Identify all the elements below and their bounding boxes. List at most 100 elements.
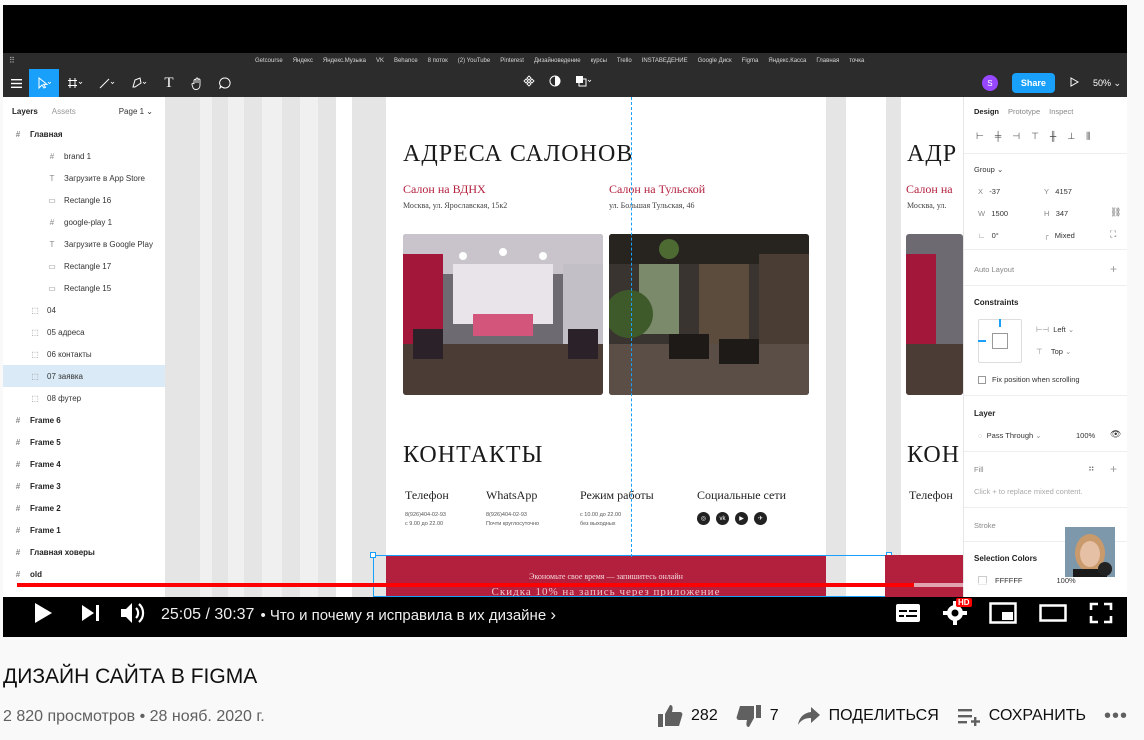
video-player[interactable]: ⠿ Getcourse Яндекс Яндекс.Музыка VK Behance 8… [3,5,1127,637]
instagram-icon[interactable]: ◎ [697,512,710,525]
tab-inspect[interactable]: Inspect [1049,107,1073,116]
comment-tool-icon[interactable] [211,69,239,97]
frame-tool-icon[interactable] [59,69,91,97]
layer-item[interactable]: ⬚ 08 футер [3,387,165,409]
layer-item[interactable]: # google-play 1 [3,211,165,233]
rotation-field[interactable]: ∟ 0° [978,231,999,240]
volume-icon[interactable] [119,601,147,630]
h-field[interactable]: H 347 [1044,209,1068,218]
contacts-title[interactable]: КОНТАКТЫ [403,442,543,469]
tab-layers[interactable]: Layers [12,107,38,123]
bookmark-item[interactable]: Getcourse [255,58,283,64]
layer-item[interactable]: # Frame 5 [3,431,165,453]
fix-position-checkbox[interactable]: Fix position when scrolling [978,375,1080,384]
layer-item[interactable]: ▭ Rectangle 16 [3,189,165,211]
group-label[interactable]: Group ⌄ [974,165,1003,174]
align-top-icon[interactable]: ⊤ [1031,131,1039,142]
layer-item[interactable]: # Frame 1 [3,519,165,541]
layer-item[interactable]: ⬚ 04 [3,299,165,321]
constraints-widget[interactable] [978,319,1022,363]
align-center-v-icon[interactable]: ╫ [1050,131,1056,142]
user-avatar[interactable]: S [981,75,998,91]
progress-bar[interactable] [17,583,1113,587]
vk-icon[interactable]: vk [716,512,729,525]
layer-item[interactable]: # Главная ховеры [3,541,165,563]
salon1-name[interactable]: Салон на ВДНХ [403,182,486,197]
w-field[interactable]: W 1500 [978,209,1008,218]
align-center-h-icon[interactable]: ╪ [995,131,1001,142]
layer-item[interactable]: T Загрузите в Google Play [3,233,165,255]
layer-opacity[interactable]: 100% [1076,431,1095,440]
bookmark-item[interactable]: Главная [816,58,839,64]
bookmark-item[interactable]: точка [849,58,864,64]
layer-item[interactable]: # brand 1 [3,145,165,167]
line-tool-icon[interactable] [91,69,123,97]
zoom-level[interactable]: 50% ⌄ [1093,78,1121,89]
salon1-photo[interactable] [403,234,603,395]
bookmark-item[interactable]: Дизайноведение [534,58,581,64]
layer-item[interactable]: # Главная [3,123,165,145]
salon2-name[interactable]: Салон на Тульской [609,182,705,197]
apps-grid-icon[interactable]: ⠿ [9,57,17,65]
fullscreen-icon[interactable] [1089,602,1113,629]
bookmark-item[interactable]: Trello [617,58,632,64]
add-fill-icon[interactable]: + [1110,462,1117,476]
align-right-icon[interactable]: ⊣ [1012,131,1020,142]
constraint-horizontal[interactable]: ⊢⊣ Left ⌄ [1036,325,1074,334]
bookmark-item[interactable]: Яндекс.Музыка [323,58,366,64]
layer-item[interactable]: # Frame 2 [3,497,165,519]
play-icon[interactable] [33,602,53,629]
telegram-icon[interactable]: ✈ [754,512,767,525]
chapter-title[interactable]: • Что и почему я исправила в их дизайне … [260,605,556,625]
theater-mode-icon[interactable] [1039,603,1067,627]
settings-gear-icon[interactable]: HD [943,597,972,630]
bookmark-item[interactable]: Figma [742,58,759,64]
hours-heading[interactable]: Режим работы [580,488,654,503]
dislike-button[interactable]: 7 [736,704,779,728]
whatsapp-heading[interactable]: WhatsApp [486,488,537,503]
bookmark-item[interactable]: VK [376,58,384,64]
addresses-title[interactable]: АДРЕСА САЛОНОВ [403,141,633,168]
independent-corners-icon[interactable]: ⛶ [1110,229,1116,240]
bookmark-item[interactable]: Яндекс.Касса [768,58,806,64]
mask-icon[interactable] [549,74,561,92]
like-button[interactable]: 282 [657,704,718,728]
bookmark-item[interactable]: Google Диск [698,58,732,64]
bookmark-item[interactable]: Яндекс [293,58,313,64]
align-bottom-icon[interactable]: ⊥ [1067,131,1075,142]
salon2-address[interactable]: ул. Большая Тульская, 46 [609,201,694,210]
move-tool-icon[interactable] [29,69,59,97]
share-button[interactable]: Share [1011,73,1055,93]
layer-item[interactable]: ⬚ 06 контакты [3,343,165,365]
layer-item[interactable]: ▭ Rectangle 17 [3,255,165,277]
text-tool-icon[interactable]: T [155,69,183,97]
tab-prototype[interactable]: Prototype [1008,107,1040,116]
visibility-eye-icon[interactable]: 👁 [1110,429,1121,440]
bookmark-item[interactable]: курсы [591,58,607,64]
bookmark-item[interactable]: 8 поток [428,58,448,64]
hand-tool-icon[interactable] [183,69,211,97]
figma-canvas[interactable]: АДРЕСА САЛОНОВ Салон на ВДНХ Москва, ул.… [166,97,963,597]
whatsapp-details[interactable]: 8(926)404-02-93 Почти круглосуточно [486,511,539,529]
save-button[interactable]: СОХРАНИТЬ [957,706,1086,726]
constrain-proportions-icon[interactable]: ⛓ [1110,207,1121,218]
y-field[interactable]: Y 4157 [1044,187,1072,196]
miniplayer-icon[interactable] [989,601,1017,629]
distribute-icon[interactable]: ⫼ [1086,131,1090,142]
fill-styles-icon[interactable]: ⠶ [1088,463,1095,474]
layer-item[interactable]: ⬚ 07 заявка [3,365,165,387]
layer-item[interactable]: # Frame 6 [3,409,165,431]
next-icon[interactable] [81,604,101,627]
hours-details[interactable]: с 10.00 до 22.00 без выходных [580,511,621,529]
present-icon[interactable] [1069,77,1079,89]
layer-item[interactable]: ⬚ 05 адреса [3,321,165,343]
youtube-icon[interactable]: ▶ [735,512,748,525]
salon1-address[interactable]: Москва, ул. Ярославская, 15к2 [403,201,507,210]
tab-design[interactable]: Design [974,107,999,116]
phone-details[interactable]: 8(926)404-02-93 с 9.00 до 22.00 [405,511,446,529]
share-video-button[interactable]: ПОДЕЛИТЬСЯ [797,706,939,726]
page-selector[interactable]: Page 1 ⌄ [119,107,153,123]
bookmark-item[interactable]: INSTAВЕДЕНИЕ [642,58,688,64]
boolean-icon[interactable] [575,74,593,92]
phone-heading[interactable]: Телефон [405,488,449,503]
